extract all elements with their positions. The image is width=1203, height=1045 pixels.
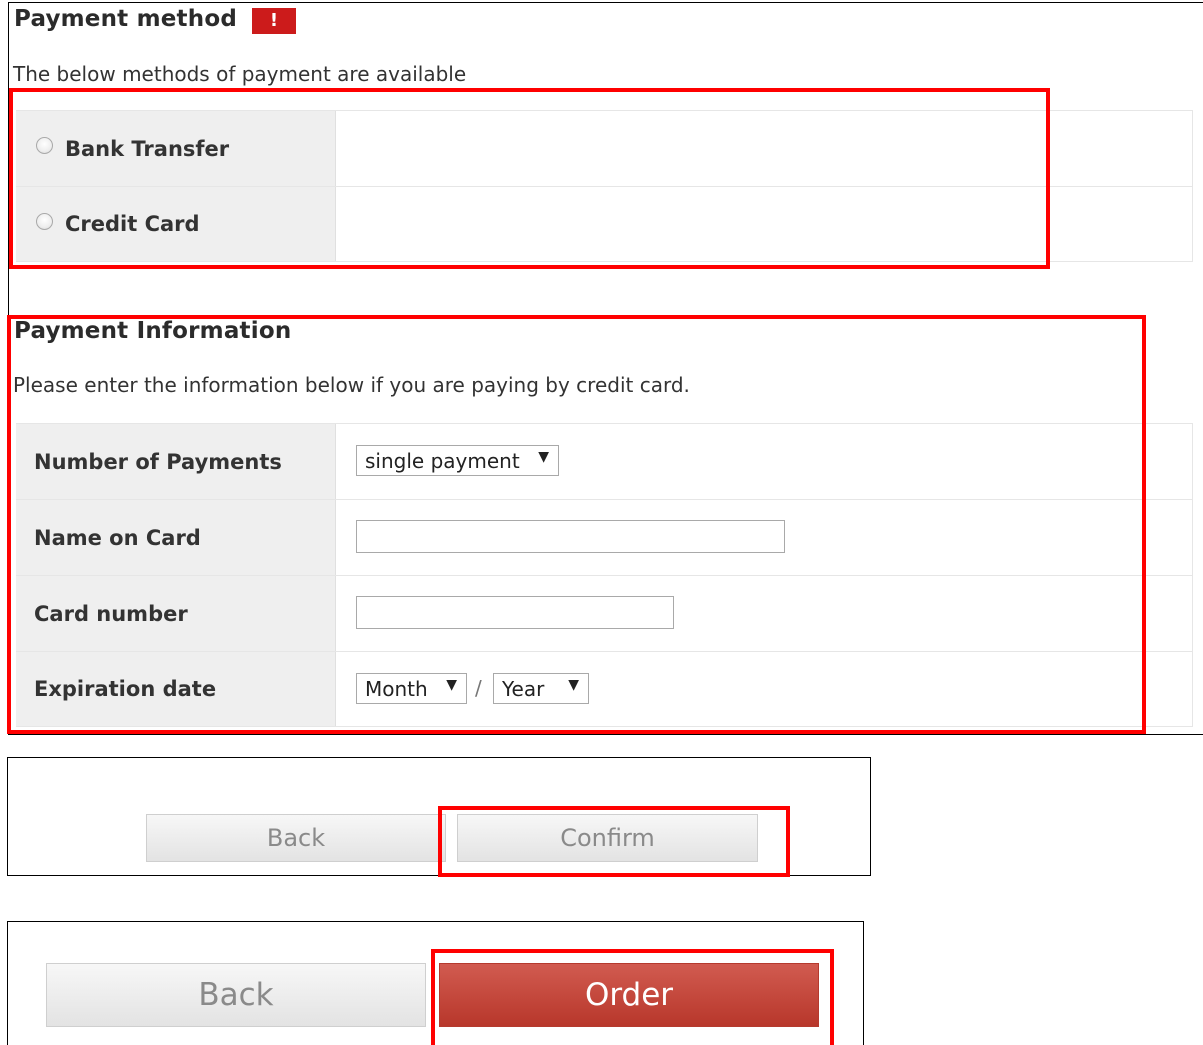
credit-card-label[interactable]: Credit Card (65, 212, 200, 236)
credit-card-radio[interactable] (36, 212, 53, 230)
expiration-date-label: Expiration date (34, 677, 217, 701)
bank-transfer-label[interactable]: Bank Transfer (65, 137, 229, 161)
expiration-date-cell: Month ▼ / Year ▼ (336, 652, 1193, 726)
expiration-year-value: Year (502, 676, 545, 701)
number-of-payments-value: single payment (365, 448, 520, 473)
card-number-cell (336, 576, 1193, 651)
number-of-payments-select[interactable]: single payment ▼ (356, 445, 559, 476)
payment-option-credit-card-cell: Credit Card (16, 187, 336, 261)
payment-option-bank-transfer-value (336, 111, 1193, 186)
chevron-down-icon: ▼ (538, 449, 549, 465)
name-on-card-input[interactable] (356, 520, 785, 553)
bank-transfer-radio[interactable] (36, 137, 53, 154)
card-number-input[interactable] (356, 596, 674, 629)
expiration-year-select[interactable]: Year ▼ (493, 673, 589, 704)
number-of-payments-row: Number of Payments single payment ▼ (16, 423, 1193, 499)
name-on-card-label: Name on Card (34, 525, 201, 550)
payment-option-bank-transfer[interactable]: Bank Transfer (16, 110, 1193, 186)
payment-option-credit-card[interactable]: Credit Card (16, 186, 1193, 262)
chevron-down-icon: ▼ (568, 677, 579, 693)
confirm-button-bar: Back Confirm (7, 757, 871, 876)
expiration-month-select[interactable]: Month ▼ (356, 673, 467, 704)
payment-info-title: Payment Information (14, 318, 292, 344)
expiration-date-row: Expiration date Month ▼ / Year ▼ (16, 651, 1193, 727)
number-of-payments-cell: single payment ▼ (336, 424, 1193, 499)
expiration-date-header: Expiration date (16, 652, 336, 726)
card-number-header: Card number (16, 576, 336, 651)
payment-info-description: Please enter the information below if yo… (13, 373, 690, 397)
required-badge: ! (252, 8, 296, 34)
order-button[interactable]: Order (439, 963, 819, 1027)
order-button-bar: Back Order (7, 921, 864, 1045)
name-on-card-header: Name on Card (16, 500, 336, 575)
chevron-down-icon: ▼ (446, 677, 457, 693)
expiration-month-value: Month (365, 676, 428, 701)
card-number-row: Card number (16, 575, 1193, 651)
name-on-card-row: Name on Card (16, 499, 1193, 575)
payment-option-bank-transfer-cell: Bank Transfer (16, 111, 336, 186)
payment-method-description: The below methods of payment are availab… (13, 62, 467, 86)
payment-option-credit-card-value (336, 187, 1193, 261)
name-on-card-cell (336, 500, 1193, 575)
confirm-button[interactable]: Confirm (457, 814, 758, 862)
back-button[interactable]: Back (146, 814, 446, 862)
payment-method-title: Payment method (14, 6, 237, 32)
number-of-payments-header: Number of Payments (16, 424, 336, 499)
number-of-payments-label: Number of Payments (34, 449, 282, 474)
card-number-label: Card number (34, 601, 188, 626)
back-button[interactable]: Back (46, 963, 426, 1027)
date-separator: / (475, 676, 482, 700)
